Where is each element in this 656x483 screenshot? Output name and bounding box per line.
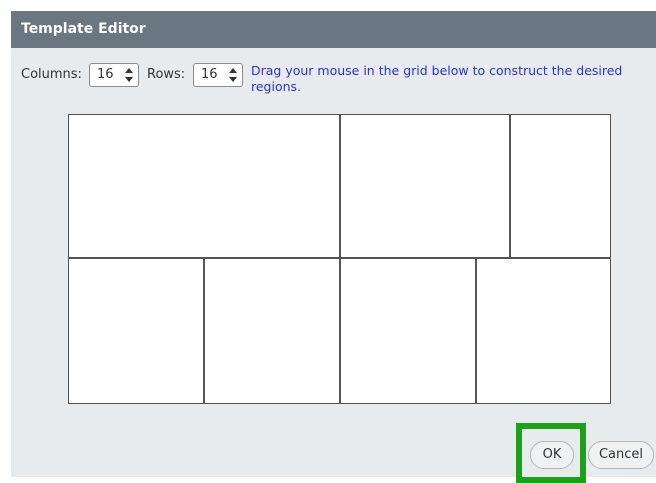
dialog-title: Template Editor (11, 11, 656, 48)
rows-label: Rows: (147, 67, 186, 82)
spinner-up-icon[interactable] (123, 66, 135, 75)
grid-region[interactable] (69, 258, 204, 403)
grid-region[interactable] (204, 258, 340, 403)
region-divider (339, 115, 341, 403)
grid-region[interactable] (476, 258, 610, 403)
spinner-down-icon[interactable] (227, 75, 239, 84)
ok-button-highlight (516, 423, 586, 483)
cancel-button[interactable]: Cancel (588, 441, 654, 469)
rows-spinner[interactable]: 16 (193, 63, 243, 87)
instruction-text: Drag your mouse in the grid below to con… (251, 63, 623, 94)
spinner-up-icon[interactable] (227, 66, 239, 75)
spinner-down-icon[interactable] (123, 75, 135, 84)
grid-region[interactable] (340, 115, 510, 258)
rows-value: 16 (201, 67, 218, 82)
grid-region[interactable] (340, 258, 476, 403)
columns-value: 16 (97, 67, 114, 82)
template-editor-dialog: Template Editor Columns: 16 Rows: 16 Dra… (11, 11, 656, 483)
region-divider (203, 258, 205, 403)
grid-region[interactable] (69, 115, 340, 258)
region-divider (509, 115, 511, 258)
region-divider (475, 258, 477, 403)
columns-label: Columns: (21, 67, 82, 82)
grid-region[interactable] (510, 115, 610, 258)
template-grid[interactable] (68, 114, 611, 404)
columns-spinner[interactable]: 16 (89, 63, 139, 87)
